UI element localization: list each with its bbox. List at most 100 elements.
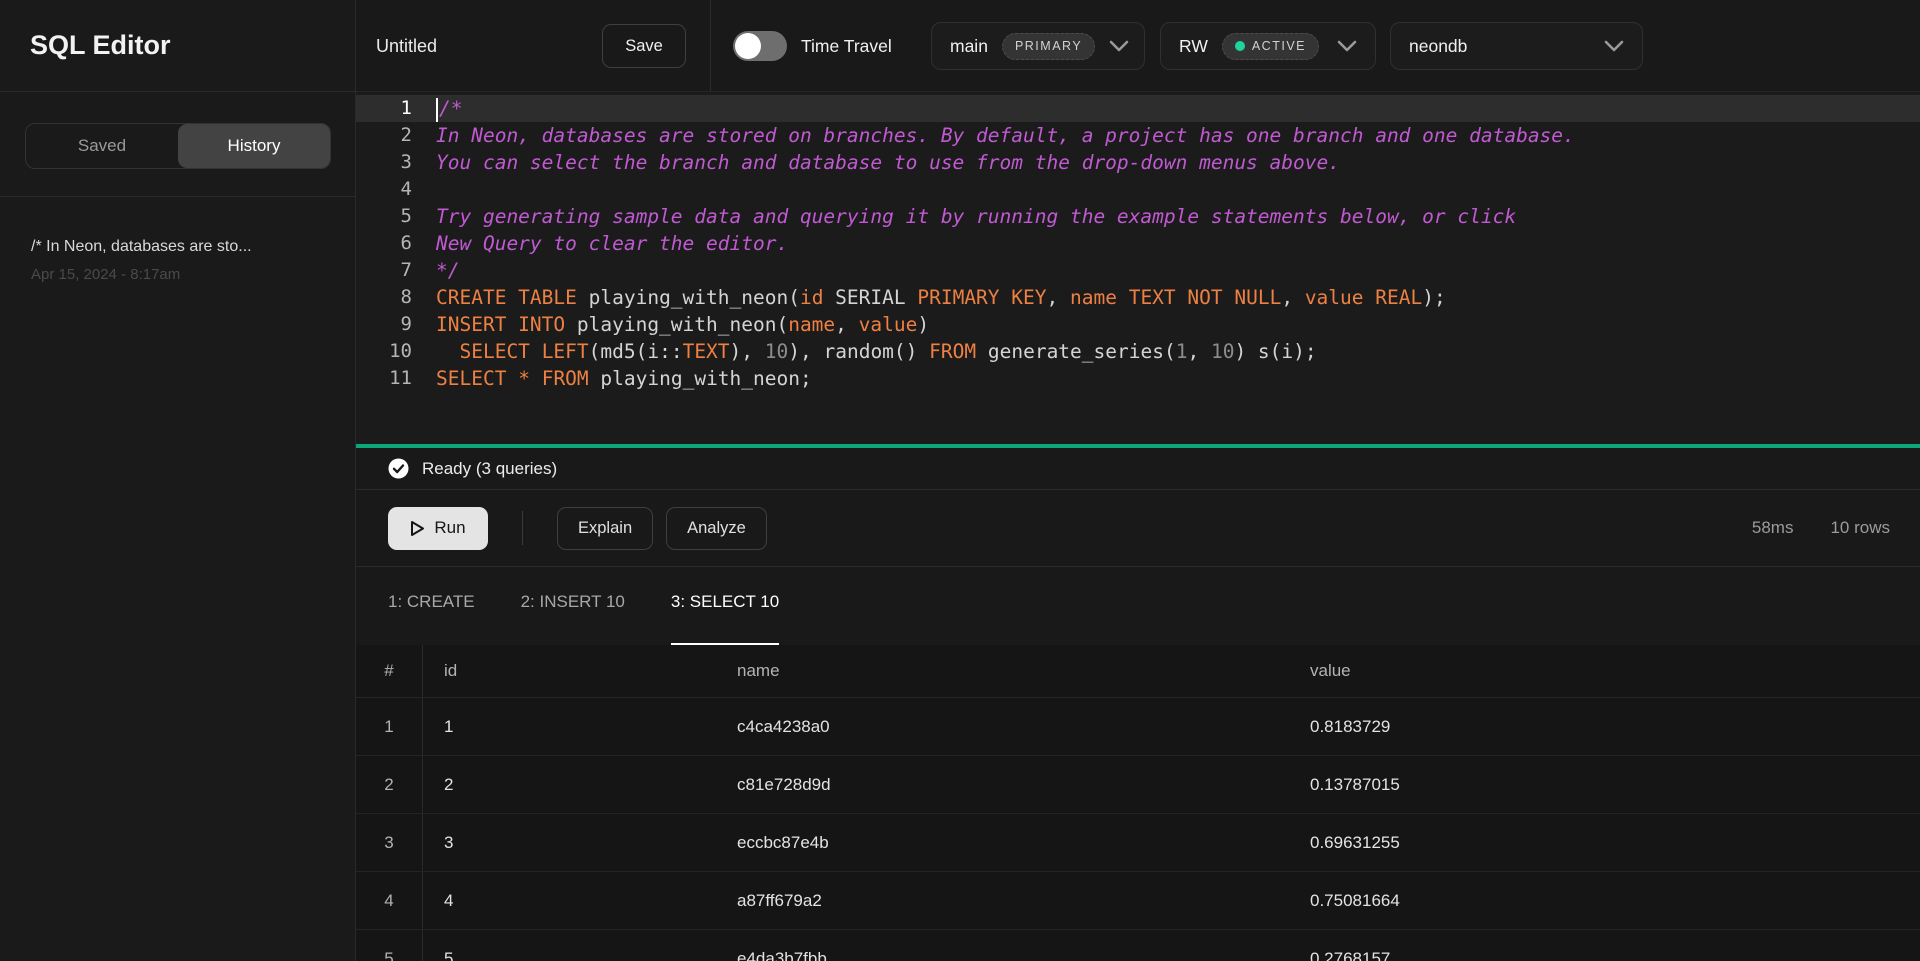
- editor-line[interactable]: 7*/: [356, 257, 1920, 284]
- table-cell: a87ff679a2: [735, 891, 1310, 911]
- compute-name: RW: [1179, 36, 1208, 57]
- action-divider: [522, 511, 523, 545]
- topbar-divider: [710, 0, 711, 92]
- table-cell: e4da3b7fbb: [735, 949, 1310, 961]
- database-select[interactable]: neondb: [1390, 22, 1643, 70]
- run-button[interactable]: Run: [388, 507, 488, 550]
- line-number: 5: [356, 203, 412, 230]
- editor-line[interactable]: 4: [356, 176, 1920, 203]
- chevron-down-icon: [1109, 40, 1129, 52]
- editor-line[interactable]: 1/*: [356, 95, 1920, 122]
- table-cell: 0.13787015: [1310, 775, 1920, 795]
- line-code: You can select the branch and database t…: [412, 149, 1340, 176]
- line-code: INSERT INTO playing_with_neon(name, valu…: [412, 311, 929, 338]
- row-count: 10 rows: [1830, 518, 1890, 538]
- play-icon: [410, 520, 425, 537]
- query-status-bar: Ready (3 queries): [356, 448, 1920, 490]
- editor-line[interactable]: 11SELECT * FROM playing_with_neon;: [356, 365, 1920, 392]
- editor-line[interactable]: 6New Query to clear the editor.: [356, 230, 1920, 257]
- line-number: 3: [356, 149, 412, 176]
- line-number: 10: [356, 338, 412, 365]
- table-cell: 4: [423, 891, 735, 911]
- toggle-knob-icon: [735, 33, 761, 59]
- table-cell: 3: [423, 833, 735, 853]
- table-row: 11c4ca4238a00.8183729: [356, 698, 1920, 756]
- sidebar-header: SQL Editor: [0, 0, 355, 92]
- line-number: 7: [356, 257, 412, 284]
- table-header-row: #idnamevalue: [356, 645, 1920, 698]
- result-tabs: 1: CREATE 2: INSERT 10 3: SELECT 10: [356, 568, 1920, 645]
- table-cell: 2: [356, 756, 423, 813]
- chevron-down-icon: [1604, 40, 1624, 52]
- column-header: value: [1310, 661, 1920, 681]
- analyze-button[interactable]: Analyze: [666, 507, 767, 550]
- tab-history[interactable]: History: [178, 124, 330, 168]
- history-item-title: /* In Neon, databases are sto...: [31, 238, 324, 256]
- time-travel-toggle[interactable]: [733, 31, 787, 61]
- editor-line[interactable]: 5Try generating sample data and querying…: [356, 203, 1920, 230]
- branch-select[interactable]: main PRIMARY: [931, 22, 1145, 70]
- column-header: #: [356, 645, 423, 697]
- sidebar: SQL Editor Saved History /* In Neon, dat…: [0, 0, 356, 961]
- line-number: 2: [356, 122, 412, 149]
- query-title[interactable]: Untitled: [376, 0, 437, 92]
- table-cell: eccbc87e4b: [735, 833, 1310, 853]
- editor-line[interactable]: 3You can select the branch and database …: [356, 149, 1920, 176]
- table-cell: c4ca4238a0: [735, 717, 1310, 737]
- table-row: 55e4da3b7fbb0.2768157: [356, 930, 1920, 961]
- editor-line[interactable]: 10 SELECT LEFT(md5(i::TEXT), 10), random…: [356, 338, 1920, 365]
- editor-topbar: Untitled Save Time Travel main PRIMARY R…: [356, 0, 1920, 92]
- history-list-item[interactable]: /* In Neon, databases are sto... Apr 15,…: [0, 232, 355, 289]
- branch-primary-badge: PRIMARY: [1002, 33, 1095, 60]
- line-number: 9: [356, 311, 412, 338]
- result-tab-1[interactable]: 1: CREATE: [388, 592, 475, 645]
- history-item-date: Apr 15, 2024 - 8:17am: [31, 266, 324, 283]
- sidebar-divider: [0, 196, 355, 197]
- table-cell: 0.2768157: [1310, 949, 1920, 961]
- sql-code-editor[interactable]: 1/*2In Neon, databases are stored on bra…: [356, 93, 1920, 444]
- table-cell: 0.75081664: [1310, 891, 1920, 911]
- line-code: */: [412, 257, 459, 284]
- column-header: name: [735, 661, 1310, 681]
- action-bar: Run Explain Analyze 58ms 10 rows: [356, 490, 1920, 567]
- table-cell: 5: [423, 949, 735, 961]
- table-cell: 1: [356, 698, 423, 755]
- tab-saved[interactable]: Saved: [26, 124, 178, 168]
- result-tab-2[interactable]: 2: INSERT 10: [521, 592, 625, 645]
- line-code: Try generating sample data and querying …: [412, 203, 1516, 230]
- sql-editor-app: { "sidebar": { "title": "SQL Editor", "t…: [0, 0, 1920, 961]
- line-number: 8: [356, 284, 412, 311]
- editor-line[interactable]: 2In Neon, databases are stored on branch…: [356, 122, 1920, 149]
- results-table: #idnamevalue11c4ca4238a00.818372922c81e7…: [356, 645, 1920, 961]
- table-cell: 3: [356, 814, 423, 871]
- line-code: [412, 176, 436, 203]
- branch-name: main: [950, 36, 988, 57]
- database-name: neondb: [1409, 36, 1590, 57]
- table-cell: 5: [356, 930, 423, 961]
- table-cell: 4: [356, 872, 423, 929]
- line-code: SELECT * FROM playing_with_neon;: [412, 365, 812, 392]
- line-code: SELECT LEFT(md5(i::TEXT), 10), random() …: [412, 338, 1317, 365]
- query-duration: 58ms: [1752, 518, 1794, 538]
- explain-button[interactable]: Explain: [557, 507, 653, 550]
- line-code: /*: [412, 95, 462, 122]
- line-code: New Query to clear the editor.: [412, 230, 788, 257]
- table-row: 33eccbc87e4b0.69631255: [356, 814, 1920, 872]
- line-number: 1: [356, 95, 412, 122]
- time-travel-label: Time Travel: [801, 0, 892, 92]
- line-number: 4: [356, 176, 412, 203]
- table-cell: 0.8183729: [1310, 717, 1920, 737]
- table-row: 44a87ff679a20.75081664: [356, 872, 1920, 930]
- editor-line[interactable]: 9INSERT INTO playing_with_neon(name, val…: [356, 311, 1920, 338]
- table-row: 22c81e728d9d0.13787015: [356, 756, 1920, 814]
- status-text: Ready (3 queries): [422, 459, 557, 479]
- main-panel: Untitled Save Time Travel main PRIMARY R…: [356, 0, 1920, 961]
- line-number: 11: [356, 365, 412, 392]
- editor-line[interactable]: 8CREATE TABLE playing_with_neon(id SERIA…: [356, 284, 1920, 311]
- table-cell: 1: [423, 717, 735, 737]
- check-circle-icon: [388, 458, 409, 479]
- compute-select[interactable]: RW ACTIVE: [1160, 22, 1376, 70]
- result-tab-3[interactable]: 3: SELECT 10: [671, 592, 779, 645]
- saved-history-switch: Saved History: [25, 123, 331, 169]
- save-button[interactable]: Save: [602, 24, 686, 68]
